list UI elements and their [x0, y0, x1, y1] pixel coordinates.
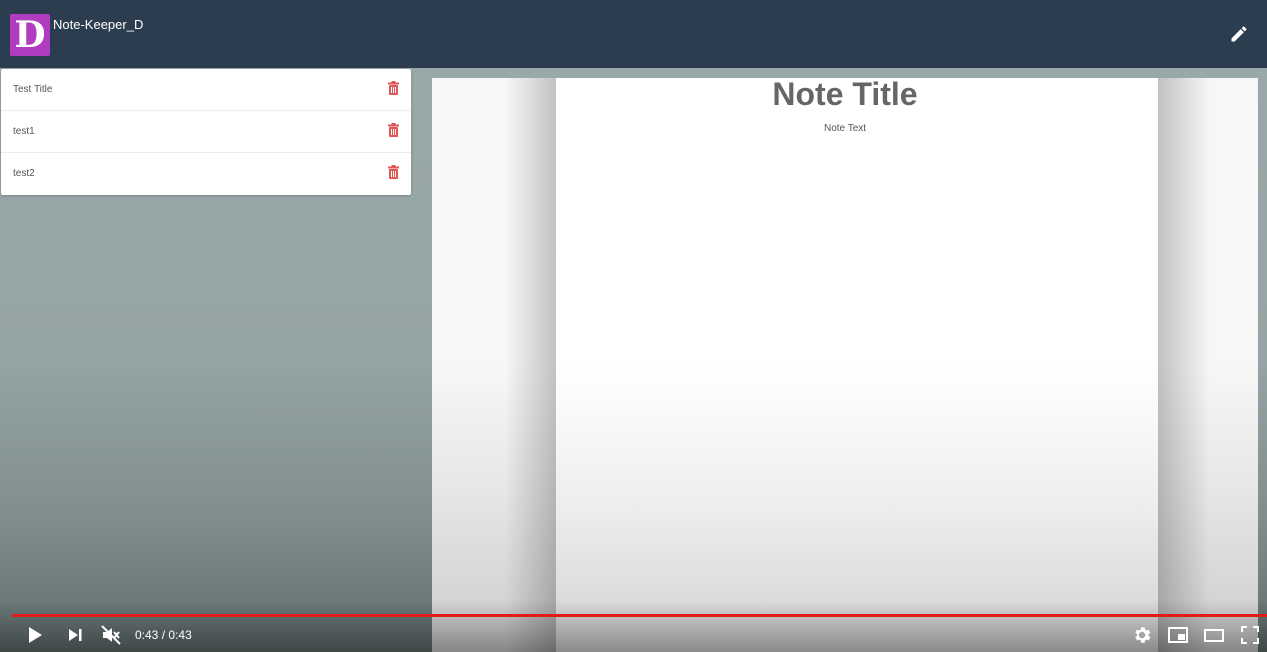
note-list: Test Title test1 test2 — [1, 69, 411, 195]
logo-letter: D — [14, 14, 46, 56]
list-item[interactable]: test2 — [1, 153, 411, 195]
muted-volume-icon[interactable] — [100, 624, 122, 646]
page-shadow-left — [505, 78, 557, 652]
brand-name[interactable]: Note-Keeper_D — [53, 17, 143, 32]
trash-icon[interactable] — [388, 81, 399, 95]
note-item-title[interactable]: test2 — [13, 168, 35, 179]
time-display: 0:43 / 0:43 — [135, 628, 192, 642]
fullscreen-icon[interactable] — [1239, 624, 1261, 646]
progress-bar[interactable] — [12, 614, 1267, 617]
note-paper[interactable] — [556, 78, 1158, 652]
list-item[interactable]: test1 — [1, 111, 411, 153]
note-item-title[interactable]: Test Title — [13, 84, 52, 95]
pencil-icon[interactable] — [1229, 24, 1249, 44]
page-shadow-right — [1158, 78, 1210, 652]
trash-icon[interactable] — [388, 165, 399, 179]
miniplayer-icon[interactable] — [1167, 624, 1189, 646]
theater-mode-icon[interactable] — [1203, 624, 1225, 646]
video-frame[interactable]: D Note-Keeper_D Test Title test1 test2 N… — [0, 0, 1267, 652]
duration: 0:43 — [168, 628, 192, 642]
current-time: 0:43 — [135, 628, 159, 642]
next-icon[interactable] — [64, 624, 86, 646]
navbar: D Note-Keeper_D — [0, 0, 1267, 68]
app-logo[interactable]: D — [10, 14, 50, 56]
time-separator: / — [161, 628, 166, 642]
trash-icon[interactable] — [388, 123, 399, 137]
gear-icon[interactable] — [1131, 624, 1153, 646]
play-icon[interactable] — [24, 624, 46, 646]
note-item-title[interactable]: test1 — [13, 126, 35, 137]
player-controls — [0, 600, 1267, 652]
note-text[interactable]: Note Text — [545, 123, 1145, 134]
note-title[interactable]: Note Title — [545, 76, 1145, 116]
list-item[interactable]: Test Title — [1, 69, 411, 111]
